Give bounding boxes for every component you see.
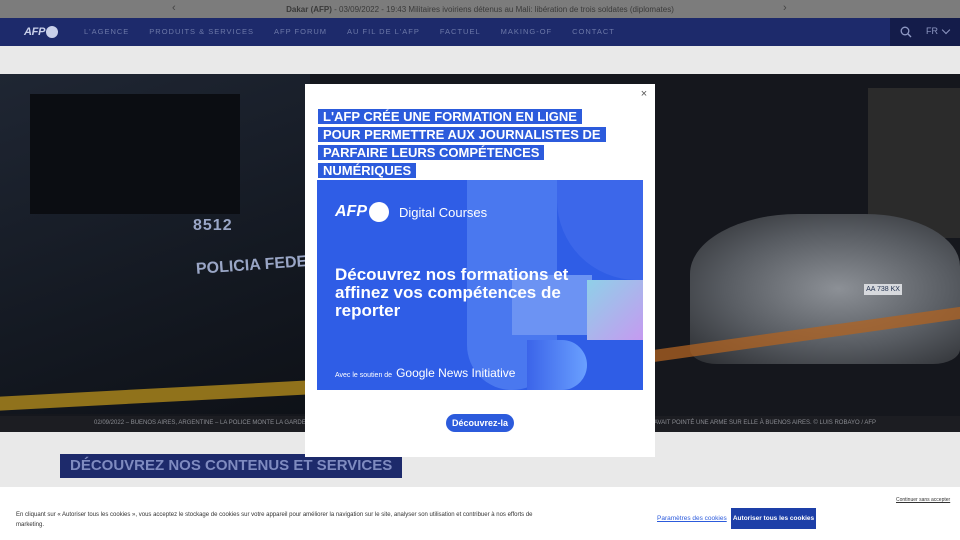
language-selector[interactable]: FR: [926, 25, 951, 36]
nav-item-agence[interactable]: L'AGENCE: [84, 27, 129, 36]
cookie-settings-link[interactable]: Paramètres des cookies: [657, 515, 727, 522]
banner-logo: AFP Digital Courses: [335, 202, 487, 222]
accept-all-cookies-button[interactable]: Autoriser tous les cookies: [731, 508, 816, 529]
banner-shape-quarter: [557, 180, 643, 280]
bus-window-shape: [30, 94, 240, 214]
news-ticker: ‹ Dakar (AFP) - 03/09/2022 - 19:43 Milit…: [0, 0, 960, 18]
license-plate: AA 738 KX: [864, 284, 902, 295]
section-title: DÉCOUVREZ NOS CONTENUS ET SERVICES: [60, 454, 403, 478]
cookie-banner: Continuer sans accepter En cliquant sur …: [0, 487, 960, 540]
bus-number: 8512: [193, 217, 233, 234]
language-label: FR: [926, 26, 938, 36]
banner-course-name: Digital Courses: [399, 204, 488, 220]
photo-caption-left: 02/09/2022 – BUENOS AIRES, ARGENTINE – L…: [94, 420, 306, 426]
main-navigation: AFP L'AGENCE PRODUITS & SERVICES AFP FOR…: [0, 18, 960, 46]
continue-without-accepting-link[interactable]: Continuer sans accepter: [896, 497, 950, 503]
ticker-text[interactable]: Dakar (AFP) - 03/09/2022 - 19:43 Militai…: [286, 5, 674, 14]
logo-dot-icon: [46, 26, 59, 38]
photo-caption-right: AVAIT POINTÉ UNE ARME SUR ELLE À BUENOS …: [654, 420, 877, 426]
banner-support-label: Avec le soutien de: [335, 372, 393, 379]
nav-menu: L'AGENCE PRODUITS & SERVICES AFP FORUM A…: [84, 27, 615, 36]
chevron-down-icon: [941, 25, 951, 34]
modal-title: L'AFP CRÉE UNE FORMATION EN LIGNE POUR P…: [318, 108, 618, 180]
banner-shape-gradient: [587, 280, 643, 340]
nav-item-produits-services[interactable]: PRODUITS & SERVICES: [149, 27, 254, 36]
digital-courses-banner[interactable]: AFP Digital Courses Découvrez nos format…: [317, 180, 643, 390]
nav-item-contact[interactable]: CONTACT: [572, 27, 615, 36]
ticker-rest: - 03/09/2022 - 19:43 Militaires ivoirien…: [331, 4, 674, 14]
google-news-initiative-logo: Google News Initiative: [396, 366, 516, 380]
ticker-prev-arrow-icon[interactable]: ‹: [172, 2, 176, 14]
search-icon[interactable]: [900, 26, 912, 38]
ticker-next-arrow-icon[interactable]: ›: [783, 2, 787, 14]
nav-item-making-of[interactable]: MAKING-OF: [501, 27, 553, 36]
banner-logo-text: AFP: [335, 203, 367, 220]
discover-button[interactable]: Découvrez-la: [446, 414, 514, 432]
banner-support: Avec le soutien de Google News Initiativ…: [335, 366, 515, 380]
afp-logo[interactable]: AFP: [24, 26, 59, 38]
banner-shape-half-round: [527, 340, 587, 390]
banner-headline: Découvrez nos formations et affinez vos …: [335, 265, 569, 320]
logo-text: AFP: [24, 26, 46, 38]
banner-logo-dot-icon: [369, 202, 389, 222]
cookie-text: En cliquant sur « Autoriser tous les coo…: [16, 512, 533, 528]
ticker-place: Dakar (AFP): [286, 4, 332, 14]
close-icon[interactable]: ×: [638, 88, 650, 100]
modal-title-text: L'AFP CRÉE UNE FORMATION EN LIGNE POUR P…: [318, 109, 606, 178]
nav-item-au-fil[interactable]: AU FIL DE L'AFP: [347, 27, 420, 36]
nav-tools: FR: [890, 18, 960, 46]
nav-item-afp-forum[interactable]: AFP FORUM: [274, 27, 327, 36]
nav-item-factuel[interactable]: FACTUEL: [440, 27, 481, 36]
